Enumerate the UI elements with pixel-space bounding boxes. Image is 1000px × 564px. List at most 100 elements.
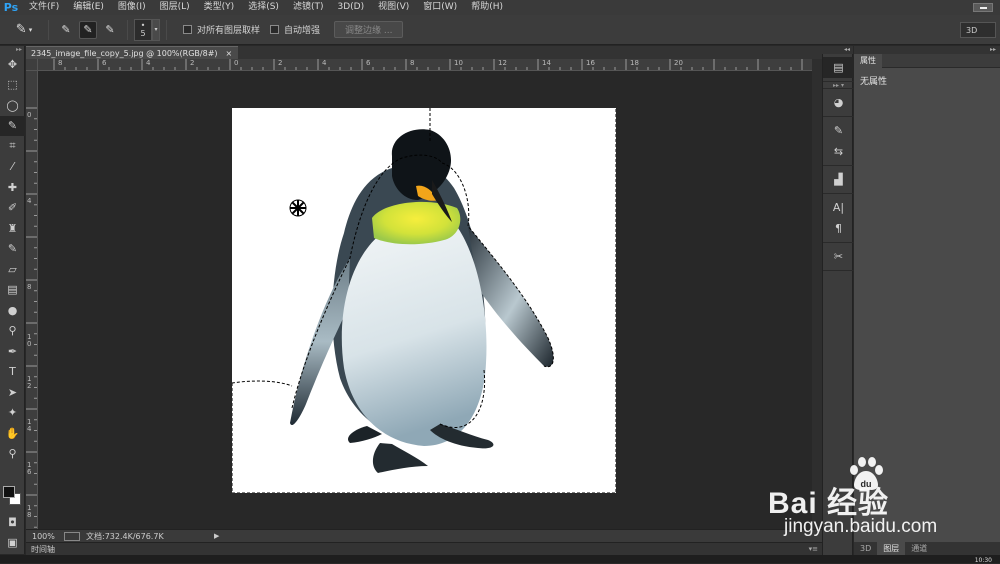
ruler-label: 2 [190, 59, 195, 67]
menu-file[interactable]: 文件(F) [22, 0, 66, 15]
tab-layers[interactable]: 图层 [877, 542, 906, 555]
auto-enhance-checkbox[interactable]: 自动增强 [270, 23, 320, 36]
gradient-tool-icon[interactable]: ▤ [0, 280, 25, 301]
options-bar: ✎ ▾ ✎ ✎ ✎ • 5 ▾ 对所有图层取样 自动增强 调整边缘 ... 3D [0, 15, 1000, 45]
toolbox-grip[interactable]: ▸▸ [0, 46, 24, 54]
clone-stamp-icon[interactable]: ♜ [0, 218, 25, 239]
add-to-selection-icon[interactable]: ✎ [79, 20, 97, 39]
toolbox: ▸▸ ✥ ⬚ ◯ ✎ ⌗ ⁄ ✚ ✐ ♜ ✎ ▱ ▤ ● ⚲ ✒ T ➤ ✦ ✋… [0, 46, 25, 554]
chevron-down-icon: ▾ [28, 25, 33, 34]
marquee-tool-icon[interactable]: ⬚ [0, 75, 25, 96]
dodge-tool-icon[interactable]: ⚲ [0, 321, 25, 342]
refine-edge-button[interactable]: 调整边缘 ... [334, 21, 404, 38]
move-tool-icon[interactable]: ✥ [0, 54, 25, 75]
lasso-tool-icon[interactable]: ◯ [0, 95, 25, 116]
brush-size-value: 5 [140, 28, 146, 38]
zoom-level[interactable]: 100% [26, 532, 64, 541]
menu-bar: Ps 文件(F) 编辑(E) 图像(I) 图层(L) 类型(Y) 选择(S) 滤… [0, 0, 1000, 15]
ruler-label: 1 8 [27, 504, 32, 519]
ruler-top[interactable]: 8 6 4 2 0 2 4 6 8 10 12 14 16 18 20 [38, 59, 812, 71]
document-canvas[interactable] [232, 108, 616, 493]
canvas-area[interactable] [38, 71, 812, 529]
menu-select[interactable]: 选择(S) [241, 0, 286, 15]
foreground-color-swatch[interactable] [3, 486, 15, 498]
properties-collapse-icon[interactable]: ▸▸ [854, 46, 1000, 54]
menu-help[interactable]: 帮助(H) [464, 0, 510, 15]
brush-cursor-icon [289, 199, 307, 217]
character-panel-icon[interactable]: A| [823, 197, 854, 218]
blur-tool-icon[interactable]: ● [0, 300, 25, 321]
quick-selection-tool-icon[interactable]: ✎ [0, 115, 25, 136]
timeline-label: 时间轴 [31, 544, 55, 554]
status-menu-arrow-icon[interactable]: ▶ [214, 532, 219, 540]
workspace-switcher[interactable]: 3D [960, 22, 996, 38]
panel-dock: ▤ ▸▸ ▾ ◕ ✎ ⇆ ▟ A| ¶ ✂ [822, 54, 854, 555]
checkbox-box[interactable] [270, 25, 280, 34]
checkbox-label: 自动增强 [284, 26, 321, 36]
minimize-button[interactable] [966, 0, 1000, 15]
properties-tab-bar: 属性 [854, 54, 1000, 68]
subtract-from-selection-icon[interactable]: ✎ [101, 21, 119, 39]
document-tab[interactable]: 2345_image_file_copy_5.jpg @ 100%(RGB/8#… [26, 46, 238, 59]
menu-3d[interactable]: 3D(D) [330, 0, 371, 15]
healing-brush-icon[interactable]: ✚ [0, 177, 25, 198]
checkbox-box[interactable] [183, 25, 192, 34]
history-panel-icon[interactable]: ▤ [823, 57, 854, 78]
timeline-panel-bar[interactable]: 时间轴 ▾≡ [26, 542, 822, 555]
brush-presets-icon[interactable]: ⇆ [823, 141, 854, 162]
menu-layer[interactable]: 图层(L) [153, 0, 197, 15]
zoom-tool-icon[interactable]: ⚲ [0, 444, 25, 465]
type-tool-icon[interactable]: T [0, 362, 25, 383]
ruler-label: 2 [278, 59, 283, 67]
menu-image[interactable]: 图像(I) [111, 0, 153, 15]
ruler-label: 6 [102, 59, 107, 67]
brush-panel-icon[interactable]: ✎ [823, 120, 854, 141]
pen-tool-icon[interactable]: ✒ [0, 341, 25, 362]
brush-dropdown-icon[interactable]: ▾ [152, 18, 160, 41]
close-icon[interactable]: × [226, 49, 233, 58]
brush-tool-icon[interactable]: ✐ [0, 198, 25, 219]
quick-mask-icon[interactable]: ◘ [0, 512, 25, 533]
vertical-scrollbar[interactable] [812, 59, 822, 529]
ruler-label: 1 4 [27, 418, 32, 433]
checkbox-label: 对所有图层取样 [197, 26, 261, 36]
ruler-left[interactable]: 0 4 8 1 0 1 2 1 4 1 6 1 8 [26, 71, 38, 529]
dock-grip-icon[interactable]: ▸▸ ▾ [823, 82, 854, 89]
brush-size-picker[interactable]: • 5 [134, 18, 152, 41]
tab-3d[interactable]: 3D [854, 542, 877, 555]
new-selection-icon[interactable]: ✎ [57, 21, 75, 39]
eyedropper-tool-icon[interactable]: ⁄ [0, 157, 25, 178]
ruler-label: 0 [27, 111, 32, 119]
tool-preset-picker[interactable]: ✎ ▾ [6, 19, 42, 41]
layers-tab-bar: 3D 图层 通道 [854, 542, 1000, 555]
status-icon[interactable] [64, 531, 80, 541]
panel-menu-icon[interactable]: ▾≡ [809, 545, 818, 553]
menu-edit[interactable]: 编辑(E) [66, 0, 111, 15]
menu-view[interactable]: 视图(V) [371, 0, 416, 15]
sample-all-layers-checkbox[interactable]: 对所有图层取样 [183, 23, 260, 36]
separator [127, 19, 128, 40]
collapse-panels-icon[interactable]: ◂◂ [822, 46, 853, 54]
ruler-label: 1 0 [27, 333, 32, 348]
screen-mode-icon[interactable]: ▣ [0, 532, 25, 553]
ruler-label: 1 2 [27, 375, 32, 390]
ruler-corner[interactable] [26, 59, 38, 71]
history-brush-icon[interactable]: ✎ [0, 239, 25, 260]
tab-properties[interactable]: 属性 [854, 54, 882, 68]
path-selection-icon[interactable]: ➤ [0, 382, 25, 403]
menu-filter[interactable]: 滤镜(T) [286, 0, 331, 15]
color-swatches[interactable] [3, 486, 23, 506]
tab-channels[interactable]: 通道 [905, 542, 933, 555]
shape-tool-icon[interactable]: ✦ [0, 403, 25, 424]
crop-tool-icon[interactable]: ⌗ [0, 136, 25, 157]
tools-presets-icon[interactable]: ✂ [823, 246, 854, 267]
eraser-tool-icon[interactable]: ▱ [0, 259, 25, 280]
clone-source-icon[interactable]: ▟ [823, 169, 854, 190]
ruler-label: 14 [542, 59, 551, 67]
color-palette-icon[interactable]: ◕ [823, 92, 854, 113]
menu-type[interactable]: 类型(Y) [197, 0, 242, 15]
penguin-image [232, 108, 616, 493]
hand-tool-icon[interactable]: ✋ [0, 423, 25, 444]
menu-window[interactable]: 窗口(W) [416, 0, 464, 15]
paragraph-panel-icon[interactable]: ¶ [823, 218, 854, 239]
